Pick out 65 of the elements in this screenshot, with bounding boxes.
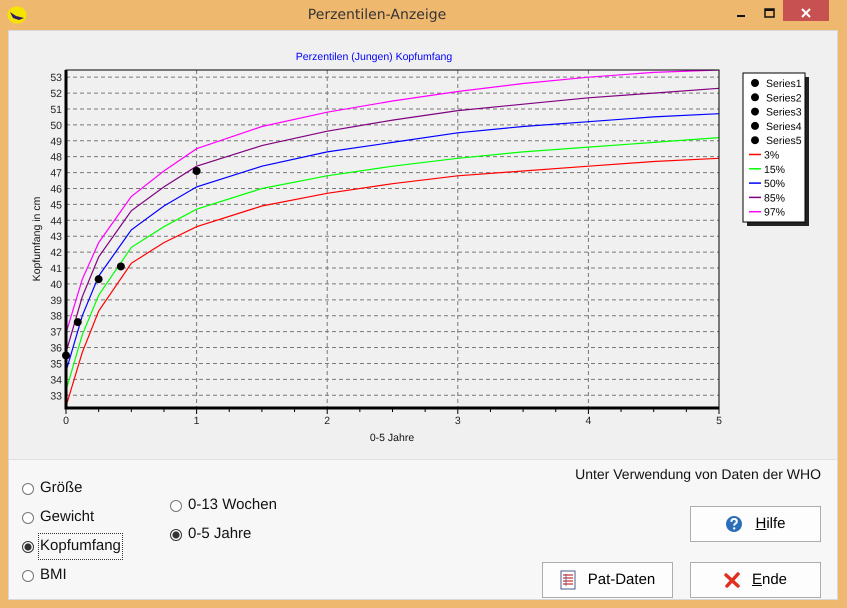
window-title: Perzentilen-Anzeige xyxy=(308,7,446,23)
legend-label: 85% xyxy=(764,192,786,204)
close-x-icon xyxy=(724,572,740,588)
legend-label: Series2 xyxy=(766,92,802,104)
legend-label: 3% xyxy=(764,150,780,162)
close-icon xyxy=(800,6,812,19)
y-tick-label: 47 xyxy=(50,168,62,180)
radio-label[interactable]: Kopfumfang xyxy=(40,535,121,558)
x-tick-label: 1 xyxy=(194,415,200,427)
legend-label: Series3 xyxy=(766,106,802,119)
radio-label[interactable]: Gewicht xyxy=(40,506,94,529)
source-note: Unter Verwendung von Daten der WHO xyxy=(575,465,821,484)
maximize-icon xyxy=(764,8,774,18)
y-tick-label: 46 xyxy=(50,184,62,196)
y-tick-label: 39 xyxy=(50,294,62,307)
y-tick-label: 40 xyxy=(50,278,62,291)
radio-button[interactable] xyxy=(170,528,182,540)
radio-button[interactable] xyxy=(22,570,34,582)
legend-label: Series5 xyxy=(766,135,802,148)
radio-label[interactable]: Größe xyxy=(40,477,83,500)
x-axis-label: 0-5 Jahre xyxy=(370,432,414,444)
legend-label: 15% xyxy=(764,164,786,176)
chart-title: Perzentilen (Jungen) Kopfumfang xyxy=(296,51,452,63)
y-tick-label: 53 xyxy=(50,72,62,84)
radio-button[interactable] xyxy=(22,512,34,524)
radio-label[interactable]: BMI xyxy=(40,564,67,587)
y-tick-label: 43 xyxy=(50,231,62,244)
x-tick-label: 4 xyxy=(585,415,592,427)
x-tick-label: 3 xyxy=(454,415,461,427)
y-tick-label: 48 xyxy=(50,152,62,164)
y-tick-label: 41 xyxy=(50,263,62,276)
radio-button[interactable] xyxy=(22,540,34,552)
app-icon xyxy=(7,6,27,24)
y-tick-label: 35 xyxy=(50,358,62,370)
close-button[interactable] xyxy=(783,0,829,21)
minimize-icon xyxy=(737,14,745,17)
y-tick-label: 42 xyxy=(50,247,62,260)
y-tick-label: 44 xyxy=(50,215,62,228)
y-tick-label: 34 xyxy=(50,374,62,386)
help-icon xyxy=(725,515,744,533)
x-tick-label: 0 xyxy=(63,415,69,427)
y-tick-label: 50 xyxy=(50,120,62,132)
exit-button[interactable]: Ende xyxy=(690,562,821,598)
y-tick-label: 36 xyxy=(50,342,62,355)
y-tick-label: 37 xyxy=(50,326,62,339)
y-tick-label: 52 xyxy=(50,88,62,100)
x-tick-label: 5 xyxy=(716,415,722,427)
radio-label[interactable]: 0-5 Jahre xyxy=(188,523,252,546)
y-tick-label: 51 xyxy=(50,104,62,116)
radio-button[interactable] xyxy=(22,482,34,494)
legend-label: Series4 xyxy=(766,120,802,133)
y-tick-label: 45 xyxy=(50,199,62,212)
patient-data-button[interactable]: Pat-Daten xyxy=(542,562,673,598)
legend-label: 97% xyxy=(764,206,786,219)
x-tick-label: 2 xyxy=(324,415,330,427)
y-tick-label: 49 xyxy=(50,136,62,148)
y-tick-label: 38 xyxy=(50,310,62,323)
radio-button[interactable] xyxy=(170,500,182,512)
help-button[interactable]: Hilfe xyxy=(690,506,821,542)
radio-label[interactable]: 0-13 Wochen xyxy=(188,494,277,517)
y-tick-label: 33 xyxy=(50,390,62,402)
legend-label: Series1 xyxy=(766,78,802,90)
legend-label: 50% xyxy=(764,178,786,190)
document-icon xyxy=(560,570,576,590)
y-axis-label: Kopfumfang in cm xyxy=(31,196,43,282)
